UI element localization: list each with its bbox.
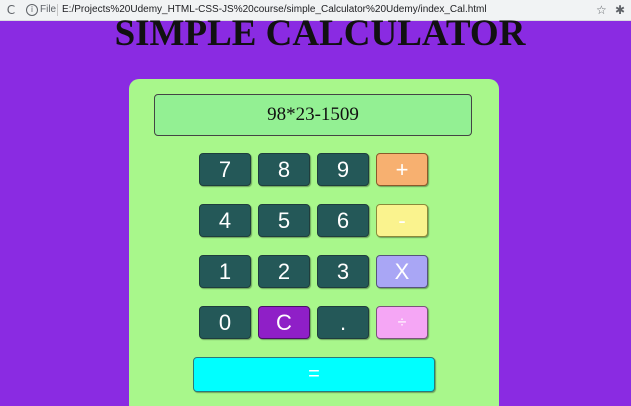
key-1[interactable]: 1 <box>199 255 251 288</box>
key-3[interactable]: 3 <box>317 255 369 288</box>
equals-button[interactable]: = <box>193 357 435 392</box>
key-9[interactable]: 9 <box>317 153 369 186</box>
key-6[interactable]: 6 <box>317 204 369 237</box>
calculator-display[interactable] <box>154 94 472 136</box>
multiply-button[interactable]: X <box>376 255 428 288</box>
divide-button[interactable]: ÷ <box>376 306 428 339</box>
key-2[interactable]: 2 <box>258 255 310 288</box>
key-7[interactable]: 7 <box>199 153 251 186</box>
key-0[interactable]: 0 <box>199 306 251 339</box>
key-5[interactable]: 5 <box>258 204 310 237</box>
key-4[interactable]: 4 <box>199 204 251 237</box>
page-title: SIMPLE CALCULATOR <box>114 13 526 54</box>
clear-button[interactable]: C <box>258 306 310 339</box>
decimal-point-button[interactable]: . <box>317 306 369 339</box>
calculator-panel: 7 8 9 + 4 5 6 - 1 2 3 X 0 C . ÷ = <box>129 79 499 406</box>
key-8[interactable]: 8 <box>258 153 310 186</box>
add-button[interactable]: + <box>376 153 428 186</box>
subtract-button[interactable]: - <box>376 204 428 237</box>
